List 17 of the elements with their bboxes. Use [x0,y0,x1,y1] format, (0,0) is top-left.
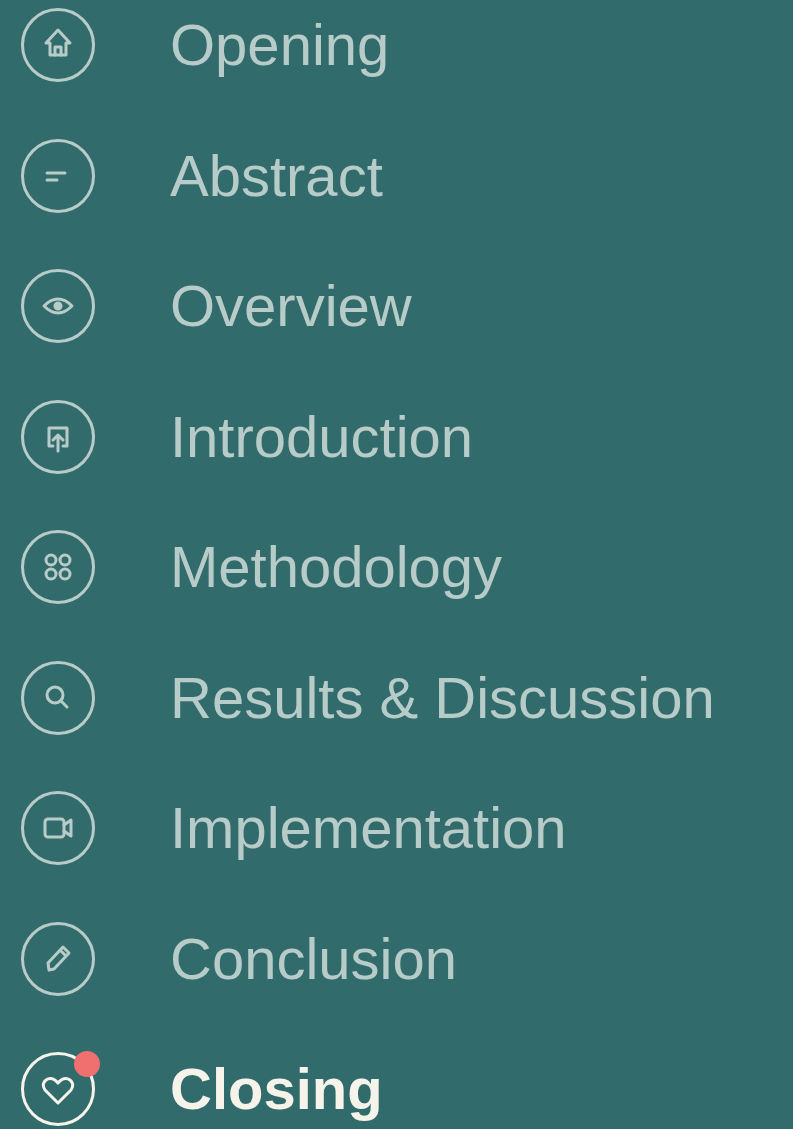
pencil-icon [20,920,96,997]
lines-icon [20,137,96,214]
home-icon [20,7,96,84]
menu-item[interactable]: Opening [0,0,793,111]
menu-item[interactable]: Implementation [0,763,793,894]
menu-item[interactable]: Introduction [0,371,793,502]
video-camera-icon [20,790,96,867]
menu-item[interactable]: Methodology [0,502,793,633]
search-icon [20,659,96,736]
menu-item[interactable]: Abstract [0,110,793,241]
menu-item[interactable]: Conclusion [0,893,793,1024]
menu-item[interactable]: Closing [0,1024,793,1129]
grid-icon [20,529,96,606]
menu-item[interactable]: Overview [0,241,793,372]
eye-icon [20,268,96,345]
upload-icon [20,398,96,475]
menu-item[interactable]: Results & Discussion [0,632,793,763]
